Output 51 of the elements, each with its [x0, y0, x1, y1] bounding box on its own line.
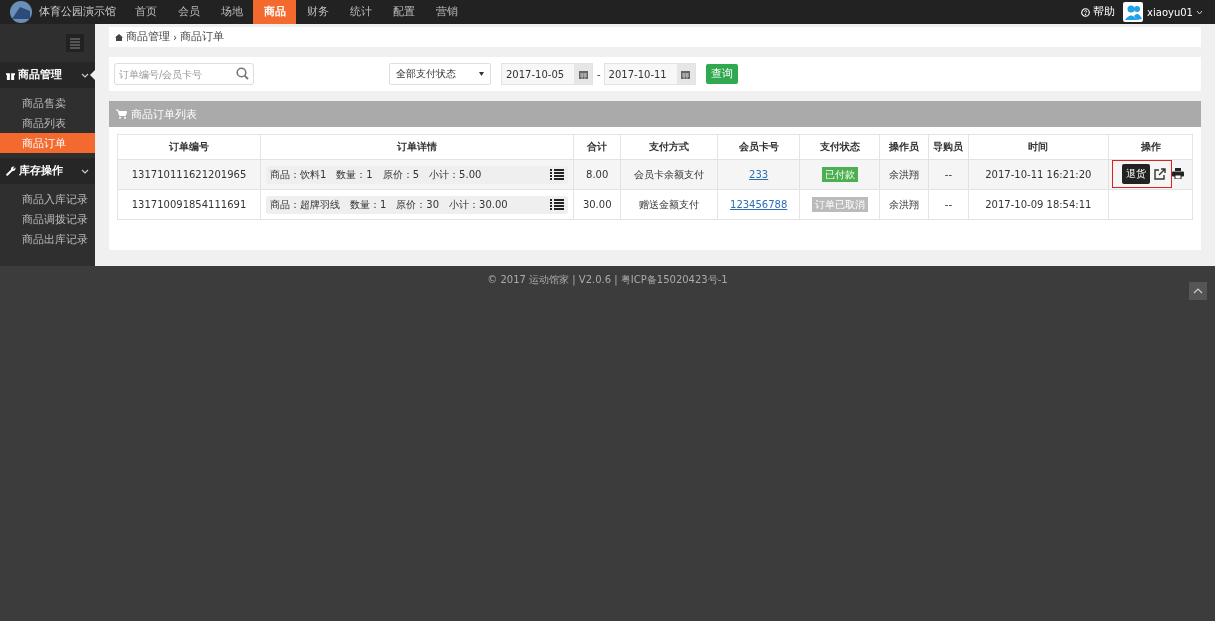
column-header: 订单编号 [117, 134, 261, 160]
nav-tab[interactable]: 统计 [339, 0, 382, 24]
table-cell: 2017-10-11 16:21:20 [968, 159, 1109, 190]
date-from-field[interactable]: 2017-10-05 [501, 63, 593, 85]
sidebar-item[interactable]: 商品调拨记录 [0, 209, 95, 229]
nav-tab[interactable]: 财务 [296, 0, 339, 24]
table-cell: 2017-10-09 18:54:11 [968, 189, 1109, 220]
date-separator: - [597, 68, 601, 80]
table-cell: 余洪翔 [879, 189, 929, 220]
nav-tab[interactable]: 场地 [210, 0, 253, 24]
sidebar-item[interactable]: 商品列表 [0, 113, 95, 133]
nav-tab[interactable]: 首页 [124, 0, 167, 24]
detail-text: 商品：饮料1 数量：1 原价：5 小计：5.00 [270, 167, 482, 182]
help-link[interactable]: 帮助 [1093, 5, 1116, 19]
nav-tab[interactable]: 会员 [167, 0, 210, 24]
nav-tab[interactable]: 配置 [382, 0, 425, 24]
column-header: 时间 [968, 134, 1109, 160]
sidebar-item[interactable]: 商品售卖 [0, 93, 95, 113]
sidebar-group[interactable]: 库存操作 [0, 158, 95, 184]
breadcrumb-separator: › [173, 31, 178, 43]
status-badge: 已付款 [821, 166, 858, 182]
footer-text: © 2017 运动馆家 | V2.0.6 | 粤ICP备15020423号-1 [487, 273, 728, 286]
card-link[interactable]: 233 [749, 169, 769, 180]
column-header: 支付状态 [799, 134, 880, 160]
table-cell: -- [928, 189, 969, 220]
tooltip: 退货 [1122, 163, 1150, 184]
sidebar-item[interactable]: 商品入库记录 [0, 189, 95, 209]
user-menu[interactable]: xiaoyu01 [1147, 6, 1193, 18]
sidebar-item[interactable]: 商品出库记录 [0, 229, 95, 249]
table-cell: 赠送金额支付 [620, 189, 718, 220]
column-header: 会员卡号 [717, 134, 800, 160]
column-header: 支付方式 [620, 134, 718, 160]
sidebar-group[interactable]: 商品管理 [0, 62, 95, 88]
brand-name: 体育公园演示馆 [39, 5, 116, 19]
date-to-field[interactable]: 2017-10-11 [603, 63, 696, 85]
column-header: 操作员 [879, 134, 929, 160]
column-header: 订单详情 [260, 134, 574, 160]
table-cell: 131710091854111691 [117, 189, 261, 220]
table-cell: 30.00 [573, 189, 621, 220]
breadcrumb-item[interactable]: 商品管理 [126, 30, 170, 44]
nav-tab[interactable]: 营销 [425, 0, 468, 24]
column-header: 合计 [573, 134, 621, 160]
status-select[interactable]: 全部支付状态 [389, 63, 491, 85]
breadcrumb-item: 商品订单 [180, 30, 225, 44]
search-field[interactable]: 订单编号/会员卡号 [114, 63, 254, 85]
panel-title: 商品订单列表 [131, 106, 197, 122]
column-header: 导购员 [928, 134, 969, 160]
table-cell: 131710111621201965 [117, 159, 261, 190]
table-cell: 会员卡余额支付 [620, 159, 718, 190]
detail-text: 商品：超牌羽线 数量：1 原价：30 小计：30.00 [270, 197, 508, 212]
column-header: 操作 [1108, 134, 1193, 160]
